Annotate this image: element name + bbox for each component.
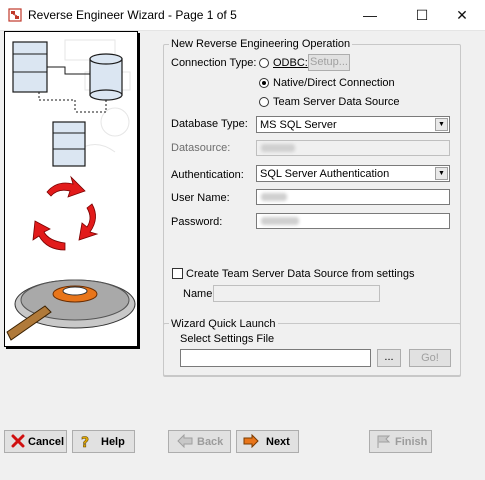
native-connection-label[interactable]: Native/Direct Connection <box>273 77 395 89</box>
wizard-illustration <box>4 31 138 347</box>
name-label: Name: <box>183 288 216 300</box>
help-label: Help <box>101 436 125 448</box>
finish-label: Finish <box>395 436 428 448</box>
odbc-label[interactable]: ODBC: <box>273 57 308 69</box>
title-bar: Reverse Engineer Wizard - Page 1 of 5 — … <box>0 0 485 31</box>
back-label: Back <box>197 436 224 448</box>
window-title: Reverse Engineer Wizard - Page 1 of 5 <box>28 8 237 22</box>
authentication-label: Authentication: <box>171 169 244 181</box>
cancel-button[interactable]: Cancel <box>4 430 67 453</box>
password-label: Password: <box>171 216 223 228</box>
datasource-redacted <box>261 144 295 152</box>
settings-file-input[interactable] <box>180 349 371 367</box>
user-name-label: User Name: <box>171 192 230 204</box>
database-type-value: MS SQL Server <box>260 119 337 131</box>
authentication-value: SQL Server Authentication <box>260 168 390 180</box>
back-button[interactable]: Back <box>168 430 231 453</box>
minimize-button[interactable]: — <box>347 0 393 30</box>
database-type-select[interactable]: MS SQL Server ▼ <box>256 116 450 133</box>
finish-button[interactable]: Finish <box>369 430 432 453</box>
native-connection-radio[interactable] <box>259 78 269 88</box>
settings-file-label: Select Settings File <box>180 333 275 345</box>
setup-button[interactable]: Setup... <box>308 54 350 71</box>
flag-icon <box>377 435 391 448</box>
create-datasource-label[interactable]: Create Team Server Data Source from sett… <box>186 268 414 280</box>
datasource-field[interactable] <box>256 140 450 156</box>
user-name-field[interactable] <box>256 189 450 205</box>
chevron-down-icon: ▼ <box>435 167 448 180</box>
next-label: Next <box>266 436 290 448</box>
app-icon <box>8 8 22 22</box>
next-button[interactable]: Next <box>236 430 299 453</box>
close-x-icon <box>11 434 25 448</box>
help-question-icon: ? <box>81 435 90 449</box>
close-button[interactable]: ✕ <box>439 0 485 30</box>
chevron-down-icon: ▼ <box>435 118 448 131</box>
help-button[interactable]: ? Help <box>72 430 135 453</box>
team-server-radio[interactable] <box>259 97 269 107</box>
password-redacted <box>261 217 299 225</box>
team-server-label[interactable]: Team Server Data Source <box>273 96 400 108</box>
operation-group-title: New Reverse Engineering Operation <box>169 38 353 50</box>
authentication-select[interactable]: SQL Server Authentication ▼ <box>256 165 450 182</box>
name-field[interactable] <box>213 285 380 302</box>
cancel-label: Cancel <box>28 436 65 448</box>
arrow-right-icon <box>243 434 259 448</box>
connection-type-label: Connection Type: <box>171 57 257 69</box>
password-field[interactable] <box>256 213 450 229</box>
database-type-label: Database Type: <box>171 118 248 130</box>
arrow-left-icon <box>177 434 193 448</box>
odbc-radio[interactable] <box>259 58 269 68</box>
svg-text:?: ? <box>81 435 89 449</box>
browse-button[interactable]: ... <box>377 349 401 367</box>
user-name-redacted <box>261 193 287 201</box>
quick-launch-title: Wizard Quick Launch <box>169 318 278 330</box>
illustration-graphic <box>6 39 136 341</box>
create-datasource-checkbox[interactable] <box>172 268 183 279</box>
go-button[interactable]: Go! <box>409 349 451 367</box>
datasource-label: Datasource: <box>171 142 231 154</box>
